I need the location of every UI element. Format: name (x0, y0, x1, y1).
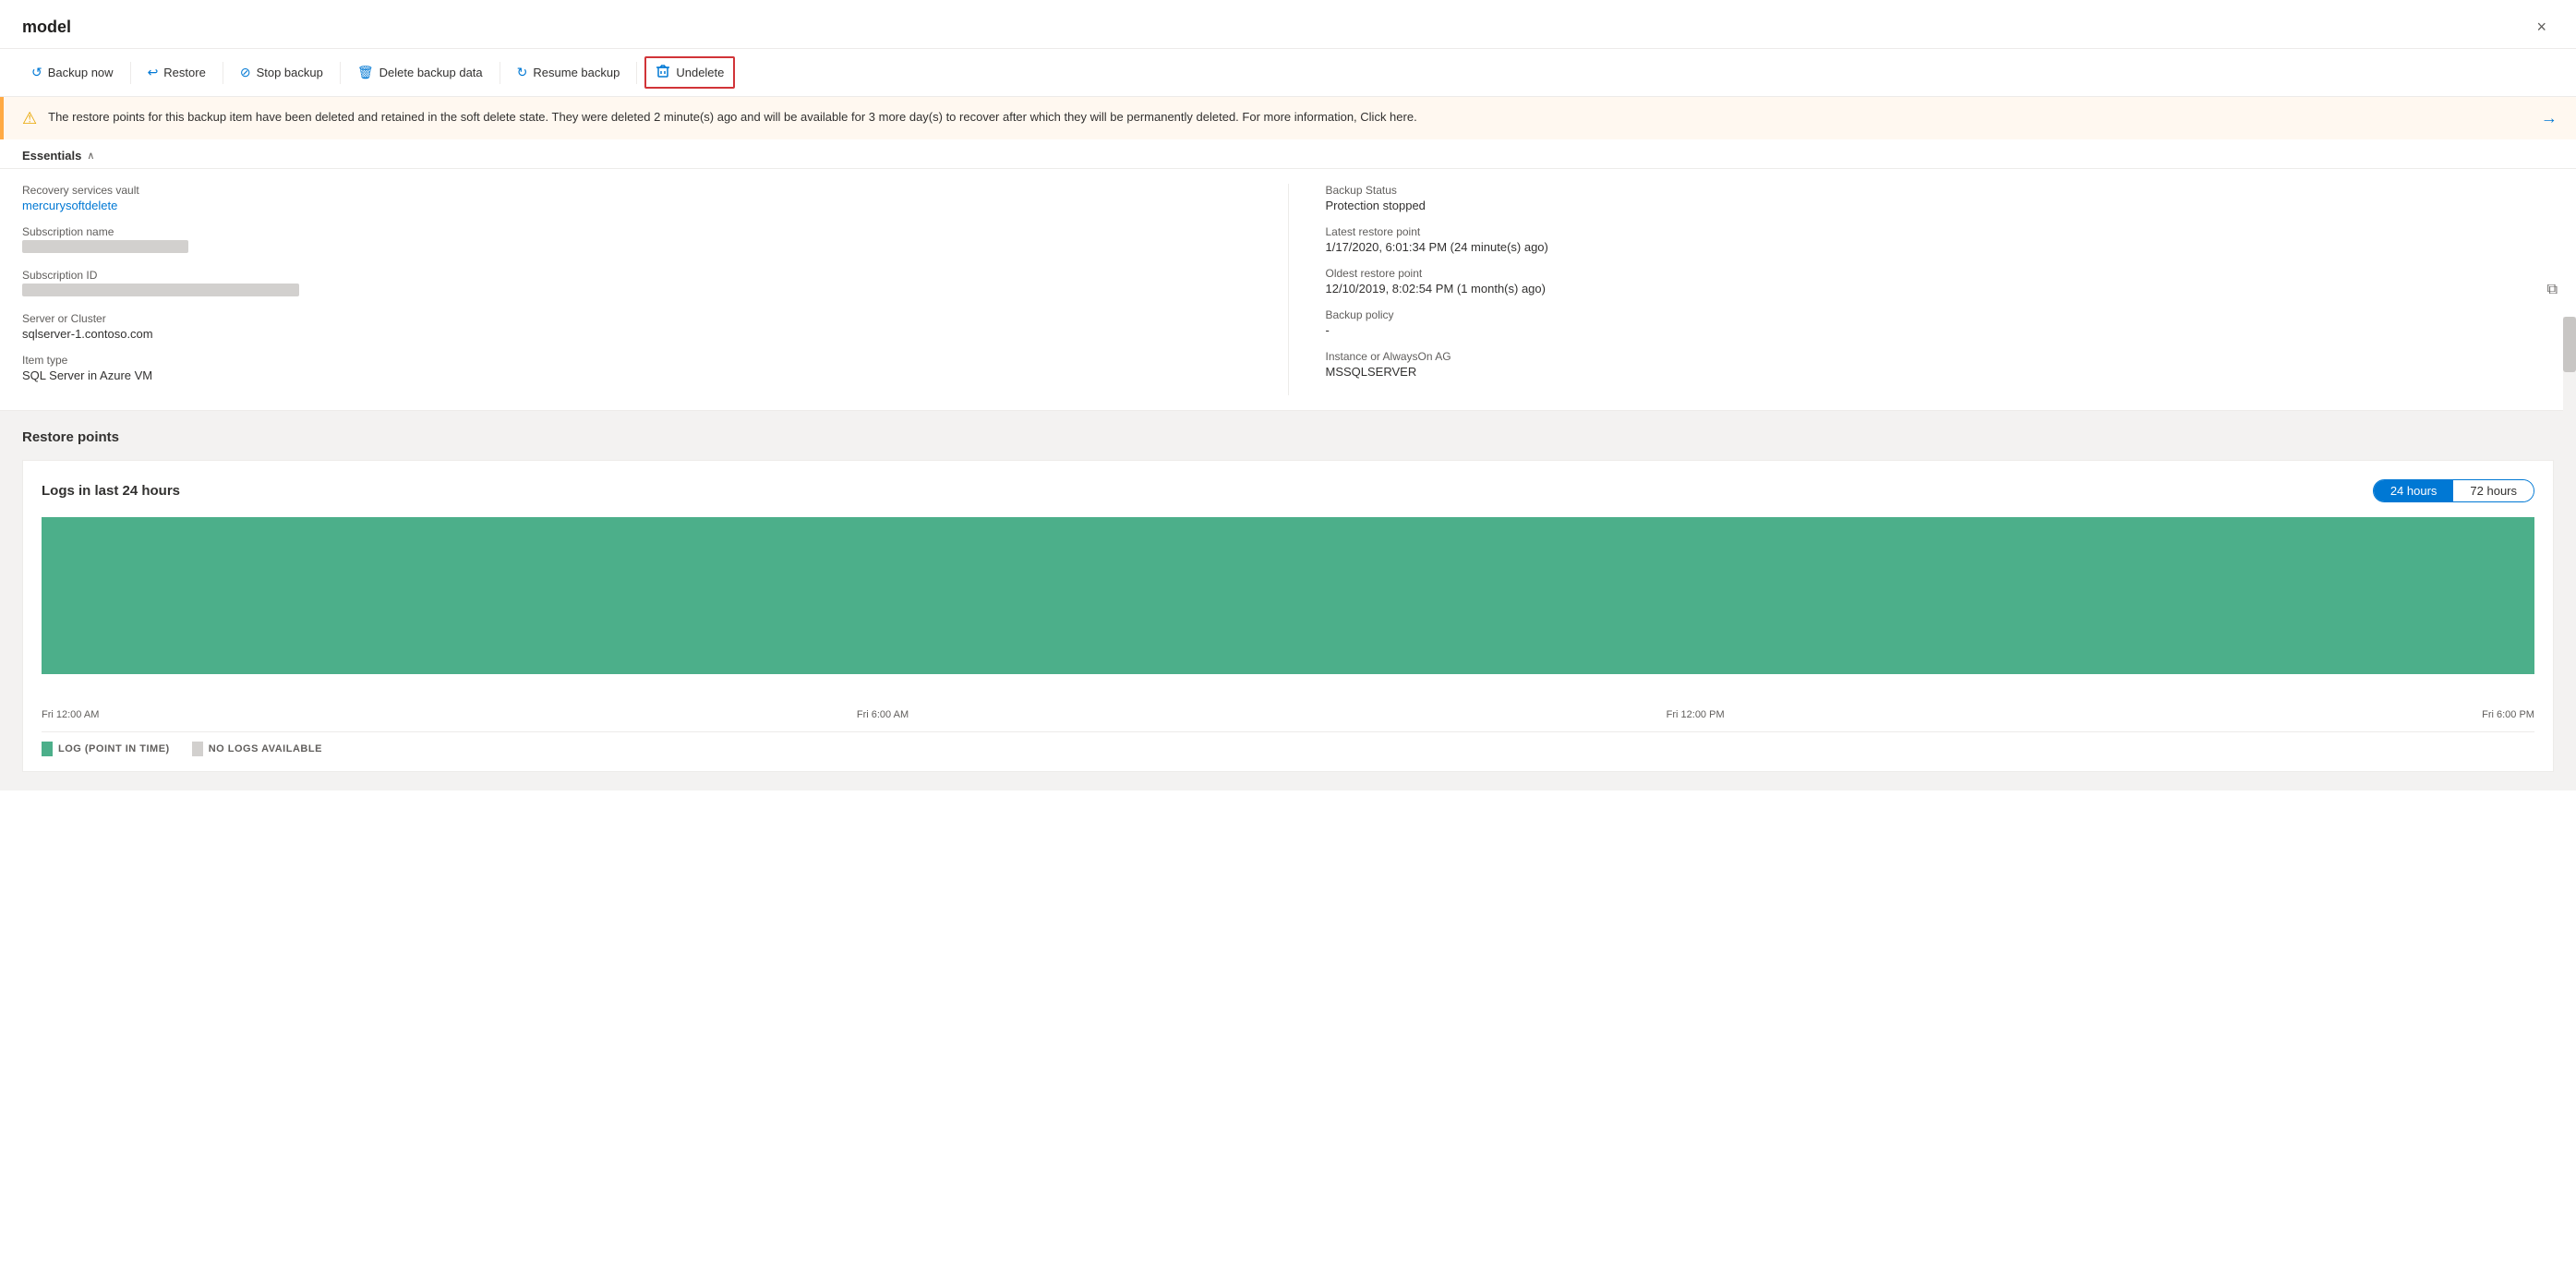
modal-title: model (22, 18, 71, 37)
essentials-label: Essentials (22, 149, 81, 163)
undelete-button[interactable]: Undelete (644, 56, 735, 89)
field-instance-alwayson-value: MSSQLSERVER (1326, 365, 2555, 379)
backup-now-button[interactable]: ↺ Backup now (22, 59, 123, 86)
backup-now-label: Backup now (48, 66, 114, 79)
field-subscription-name-value (22, 240, 188, 253)
field-backup-policy-label: Backup policy (1326, 308, 2555, 321)
restore-icon: ↩ (148, 65, 159, 80)
stop-backup-button[interactable]: ⊘ Stop backup (231, 59, 332, 86)
warning-icon: ⚠ (22, 109, 37, 128)
essentials-chevron-icon: ∧ (87, 150, 94, 162)
toolbar-separator-1 (130, 62, 131, 84)
delete-backup-button[interactable]: 🗑 Delete backup data (348, 59, 492, 86)
modal-container: model × ↺ Backup now ↩ Restore ⊘ Stop ba… (0, 0, 2576, 1267)
time-filter-24h-button[interactable]: 24 hours (2374, 480, 2454, 501)
chart-bar-green (42, 517, 2534, 674)
field-recovery-vault-value[interactable]: mercurysoftdelete (22, 199, 117, 212)
legend-label-no-logs: NO LOGS AVAILABLE (209, 743, 322, 754)
delete-backup-label: Delete backup data (379, 66, 483, 79)
copy-icon[interactable]: ⧉ (2547, 282, 2558, 298)
delete-backup-icon: 🗑 (357, 65, 374, 80)
restore-points-section: Restore points Logs in last 24 hours 24 … (0, 411, 2576, 790)
modal-header: model × (0, 0, 2576, 49)
legend-color-gray (192, 742, 203, 756)
field-server-cluster: Server or Cluster sqlserver-1.contoso.co… (22, 312, 1251, 341)
x-axis-label-2: Fri 6:00 AM (857, 709, 909, 720)
legend-label-log: LOG (POINT IN TIME) (58, 743, 170, 754)
stop-backup-label: Stop backup (257, 66, 323, 79)
resume-backup-button[interactable]: ↻ Resume backup (508, 59, 630, 86)
essentials-section: Recovery services vault mercurysoftdelet… (0, 169, 2576, 411)
chart-header: Logs in last 24 hours 24 hours 72 hours (42, 479, 2534, 502)
field-instance-alwayson: Instance or AlwaysOn AG MSSQLSERVER (1326, 350, 2555, 379)
restore-label: Restore (163, 66, 206, 79)
field-oldest-restore-point: Oldest restore point 12/10/2019, 8:02:54… (1326, 267, 2555, 296)
warning-banner: ⚠ The restore points for this backup ite… (0, 97, 2576, 139)
field-backup-status: Backup Status Protection stopped (1326, 184, 2555, 212)
legend-item-no-logs: NO LOGS AVAILABLE (192, 742, 322, 756)
field-recovery-vault: Recovery services vault mercurysoftdelet… (22, 184, 1251, 212)
toolbar: ↺ Backup now ↩ Restore ⊘ Stop backup 🗑 D… (0, 49, 2576, 97)
field-instance-alwayson-label: Instance or AlwaysOn AG (1326, 350, 2555, 363)
x-axis-label-3: Fri 12:00 PM (1667, 709, 1725, 720)
field-latest-restore-label: Latest restore point (1326, 225, 2555, 238)
backup-now-icon: ↺ (31, 65, 42, 80)
chart-legend: LOG (POINT IN TIME) NO LOGS AVAILABLE (42, 731, 2534, 756)
field-recovery-vault-label: Recovery services vault (22, 184, 1251, 197)
close-button[interactable]: × (2529, 15, 2554, 39)
essentials-left-column: Recovery services vault mercurysoftdelet… (22, 184, 1288, 395)
field-server-cluster-value: sqlserver-1.contoso.com (22, 327, 1251, 341)
time-filter-group: 24 hours 72 hours (2373, 479, 2534, 502)
resume-backup-label: Resume backup (533, 66, 620, 79)
x-axis-label-4: Fri 6:00 PM (2482, 709, 2534, 720)
x-axis-label-1: Fri 12:00 AM (42, 709, 99, 720)
time-filter-72h-button[interactable]: 72 hours (2453, 480, 2534, 501)
field-latest-restore-point: Latest restore point 1/17/2020, 6:01:34 … (1326, 225, 2555, 254)
field-subscription-id: Subscription ID (22, 269, 1251, 299)
stop-backup-icon: ⊘ (240, 65, 251, 80)
undelete-icon (656, 64, 670, 81)
field-backup-policy-value: - (1326, 323, 2555, 337)
field-latest-restore-value: 1/17/2020, 6:01:34 PM (24 minute(s) ago) (1326, 240, 2555, 254)
field-subscription-name: Subscription name (22, 225, 1251, 256)
field-backup-policy: Backup policy - (1326, 308, 2555, 337)
toolbar-separator-3 (340, 62, 341, 84)
field-backup-status-label: Backup Status (1326, 184, 2555, 197)
warning-arrow-icon[interactable]: → (2541, 109, 2558, 128)
chart-area (42, 517, 2534, 702)
scrollbar[interactable] (2563, 317, 2576, 594)
field-item-type: Item type SQL Server in Azure VM (22, 354, 1251, 382)
chart-container: Logs in last 24 hours 24 hours 72 hours … (22, 460, 2554, 772)
field-item-type-value: SQL Server in Azure VM (22, 368, 1251, 382)
restore-points-title: Restore points (22, 429, 2554, 445)
resume-backup-icon: ↻ (517, 65, 528, 80)
chart-x-axis: Fri 12:00 AM Fri 6:00 AM Fri 12:00 PM Fr… (42, 709, 2534, 720)
toolbar-separator-5 (636, 62, 637, 84)
undelete-label: Undelete (676, 66, 724, 79)
field-subscription-name-label: Subscription name (22, 225, 1251, 238)
essentials-header[interactable]: Essentials ∧ (0, 139, 2576, 169)
warning-text: The restore points for this backup item … (48, 108, 1417, 127)
field-backup-status-value: Protection stopped (1326, 199, 2555, 212)
chart-title: Logs in last 24 hours (42, 483, 180, 499)
field-subscription-id-label: Subscription ID (22, 269, 1251, 282)
scrollbar-thumb[interactable] (2563, 317, 2576, 372)
legend-item-log: LOG (POINT IN TIME) (42, 742, 170, 756)
field-oldest-restore-value: 12/10/2019, 8:02:54 PM (1 month(s) ago) (1326, 282, 2555, 296)
essentials-right-column: Backup Status Protection stopped Latest … (1288, 184, 2555, 395)
field-item-type-label: Item type (22, 354, 1251, 367)
field-server-cluster-label: Server or Cluster (22, 312, 1251, 325)
field-subscription-id-value (22, 284, 299, 296)
restore-button[interactable]: ↩ Restore (138, 59, 215, 86)
legend-color-green (42, 742, 53, 756)
field-oldest-restore-label: Oldest restore point (1326, 267, 2555, 280)
